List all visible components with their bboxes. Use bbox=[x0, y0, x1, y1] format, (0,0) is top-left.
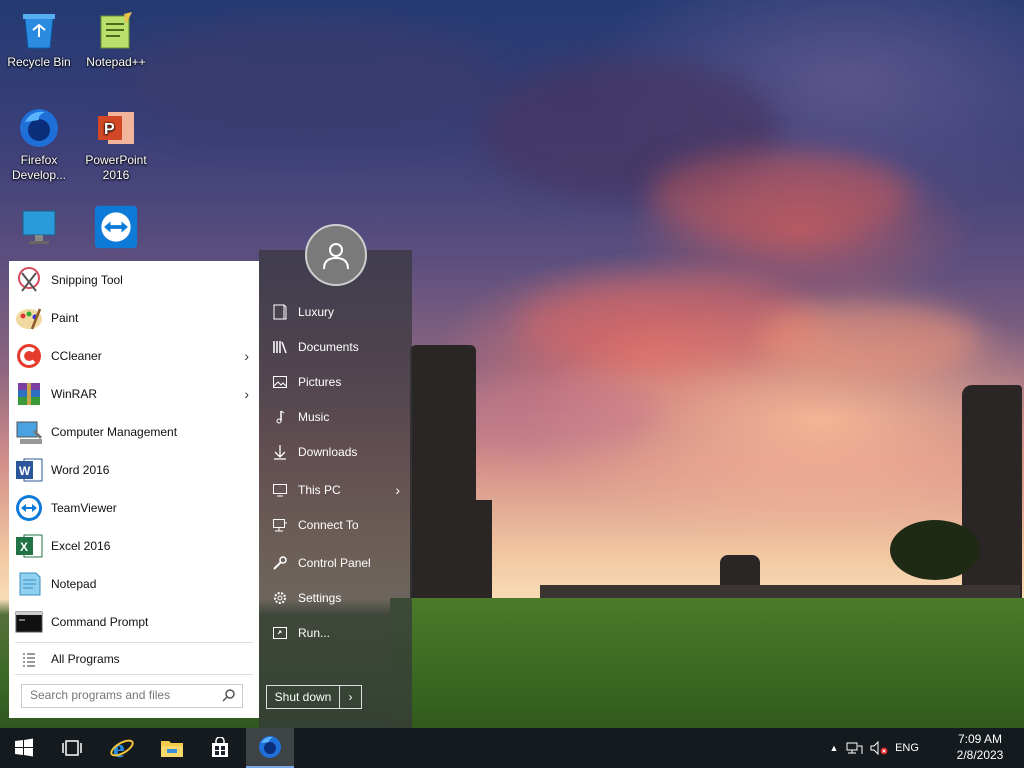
firefox-developer-icon bbox=[17, 106, 61, 150]
desktop-icon-label: Notepad++ bbox=[86, 55, 146, 69]
chevron-right-icon: › bbox=[244, 348, 249, 364]
place-this-pc[interactable]: This PC › bbox=[259, 474, 412, 506]
taskbar-store[interactable] bbox=[196, 728, 244, 768]
store-icon bbox=[212, 737, 228, 757]
svg-text:X: X bbox=[20, 540, 28, 554]
settings-icon bbox=[269, 590, 291, 606]
firefox-developer-icon bbox=[259, 736, 281, 758]
place-pictures[interactable]: Pictures bbox=[259, 366, 412, 398]
shutdown-button[interactable]: Shut down › bbox=[266, 685, 362, 709]
user-avatar[interactable] bbox=[305, 224, 367, 286]
place-control-panel[interactable]: Control Panel bbox=[259, 547, 412, 579]
word-icon: W bbox=[12, 454, 46, 486]
clock-time: 7:09 AM bbox=[957, 732, 1003, 746]
paint-icon bbox=[12, 302, 46, 334]
svg-text:P: P bbox=[104, 121, 115, 138]
shutdown-label: Shut down bbox=[274, 690, 332, 704]
start-menu-places-pane: Luxury Documents Pictures Music Download… bbox=[259, 224, 412, 728]
computer-management-icon bbox=[12, 416, 46, 448]
connect-to-icon bbox=[269, 517, 291, 533]
chevron-right-icon: › bbox=[395, 482, 400, 498]
search-input[interactable] bbox=[22, 685, 220, 705]
place-run[interactable]: Run... bbox=[259, 617, 412, 649]
music-icon bbox=[269, 409, 291, 425]
svg-text:W: W bbox=[19, 464, 31, 478]
desktop-icon-firefox-developer[interactable]: Firefox Develop... bbox=[3, 106, 75, 183]
language-indicator[interactable]: ENG bbox=[892, 728, 922, 768]
chevron-right-icon: › bbox=[244, 386, 249, 402]
user-folder-icon bbox=[269, 304, 291, 320]
search-separator bbox=[15, 674, 253, 675]
volume-muted-icon[interactable] bbox=[868, 728, 890, 768]
start-button[interactable] bbox=[0, 728, 48, 768]
programs-separator bbox=[15, 642, 253, 643]
task-view-icon bbox=[62, 740, 82, 756]
program-paint[interactable]: Paint bbox=[9, 299, 259, 337]
place-settings[interactable]: Settings bbox=[259, 582, 412, 614]
task-view-button[interactable] bbox=[48, 728, 96, 768]
chevron-up-icon: ▲ bbox=[829, 743, 839, 753]
windows-logo-icon bbox=[15, 738, 33, 757]
taskbar-internet-explorer[interactable]: e bbox=[98, 728, 146, 768]
system-tray: ▲ ENG 7:09 AM 2/8/2023 bbox=[824, 728, 1024, 768]
desktop-icon-computer[interactable] bbox=[3, 205, 75, 252]
taskbar-firefox-developer[interactable] bbox=[246, 728, 294, 768]
computer-icon bbox=[17, 205, 61, 249]
winrar-icon bbox=[12, 378, 46, 410]
place-music[interactable]: Music bbox=[259, 401, 412, 433]
downloads-icon bbox=[269, 444, 291, 460]
program-ccleaner[interactable]: CCleaner › bbox=[9, 337, 259, 375]
run-icon bbox=[269, 625, 291, 641]
start-menu-programs-pane: Snipping Tool Paint CCleaner › WinRAR › … bbox=[9, 261, 259, 718]
start-menu: Luxury Documents Pictures Music Download… bbox=[0, 224, 412, 728]
place-connect-to[interactable]: Connect To bbox=[259, 509, 412, 541]
file-explorer-icon bbox=[161, 741, 183, 757]
powerpoint-icon: P bbox=[94, 106, 138, 150]
documents-icon bbox=[269, 339, 291, 355]
excel-icon: X bbox=[12, 530, 46, 562]
teamviewer-icon bbox=[12, 492, 46, 524]
place-luxury[interactable]: Luxury bbox=[259, 296, 412, 328]
all-programs-icon bbox=[12, 643, 46, 675]
pictures-icon bbox=[269, 374, 291, 390]
desktop-icon-powerpoint[interactable]: P PowerPoint 2016 bbox=[80, 106, 152, 183]
program-excel-2016[interactable]: X Excel 2016 bbox=[9, 527, 259, 565]
program-teamviewer[interactable]: TeamViewer bbox=[9, 489, 259, 527]
program-command-prompt[interactable]: Command Prompt bbox=[9, 603, 259, 641]
show-hidden-icons-button[interactable]: ▲ bbox=[826, 728, 842, 768]
desktop-icon-label: Recycle Bin bbox=[7, 55, 71, 69]
recycle-bin-icon bbox=[17, 8, 61, 52]
teamviewer-icon bbox=[94, 205, 138, 249]
network-icon[interactable] bbox=[844, 728, 866, 768]
notepad-icon bbox=[12, 568, 46, 600]
user-icon bbox=[323, 243, 349, 270]
desktop-icon-label: PowerPoint 2016 bbox=[85, 153, 147, 182]
place-downloads[interactable]: Downloads bbox=[259, 436, 412, 468]
program-word-2016[interactable]: W Word 2016 bbox=[9, 451, 259, 489]
desktop-icon-notepad-plus-plus[interactable]: Notepad++ bbox=[80, 8, 152, 70]
search-box bbox=[21, 684, 243, 708]
taskbar: e ▲ ENG 7:09 AM 2/8/2023 bbox=[0, 728, 1024, 768]
notepad-plus-plus-icon bbox=[94, 8, 138, 52]
desktop-icon-teamviewer[interactable] bbox=[80, 205, 152, 252]
clock[interactable]: 7:09 AM 2/8/2023 bbox=[950, 731, 1010, 763]
ccleaner-icon bbox=[12, 340, 46, 372]
snipping-tool-icon bbox=[12, 264, 46, 296]
desktop-icon-recycle-bin[interactable]: Recycle Bin bbox=[3, 8, 75, 70]
command-prompt-icon bbox=[12, 606, 46, 638]
program-snipping-tool[interactable]: Snipping Tool bbox=[9, 261, 259, 299]
internet-explorer-icon: e bbox=[110, 735, 134, 761]
shutdown-options-chevron-icon[interactable]: › bbox=[340, 690, 361, 704]
program-computer-management[interactable]: Computer Management bbox=[9, 413, 259, 451]
program-notepad[interactable]: Notepad bbox=[9, 565, 259, 603]
this-pc-icon bbox=[269, 482, 291, 498]
control-panel-icon bbox=[269, 555, 291, 571]
search-icon[interactable] bbox=[222, 688, 236, 705]
all-programs-item[interactable]: All Programs bbox=[9, 644, 259, 674]
desktop-icon-label: Firefox Develop... bbox=[11, 153, 67, 182]
clock-date: 2/8/2023 bbox=[956, 748, 1004, 762]
program-winrar[interactable]: WinRAR › bbox=[9, 375, 259, 413]
taskbar-file-explorer[interactable] bbox=[148, 728, 196, 768]
place-documents[interactable]: Documents bbox=[259, 331, 412, 363]
